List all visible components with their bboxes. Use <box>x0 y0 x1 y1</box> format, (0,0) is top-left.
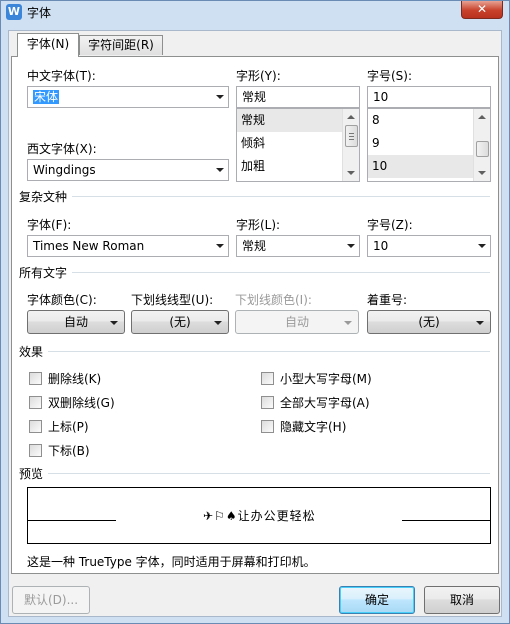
subscript-label[interactable]: 下标(B) <box>48 442 90 459</box>
underline-color-value: 自动 <box>284 315 309 329</box>
size-list[interactable]: 8 9 10 <box>367 108 491 182</box>
chevron-down-icon <box>216 244 224 248</box>
scroll-thumb[interactable] <box>345 125 358 147</box>
small-caps-checkbox[interactable] <box>261 372 274 385</box>
tab-font[interactable]: 字体(N) <box>17 33 79 57</box>
font-description: 这是一种 TrueType 字体，同时适用于屏幕和打印机。 <box>27 555 316 569</box>
dialog-body: 字体(N) 字符间距(R) 中文字体(T): 字形(Y): 字号(S): 宋体 … <box>8 30 502 617</box>
style-label: 字形(Y): <box>236 69 281 83</box>
list-item[interactable]: 9 <box>368 132 473 155</box>
section-divider <box>48 351 490 352</box>
all-text-section-title: 所有文字 <box>19 264 68 281</box>
complex-size-label: 字号(Z): <box>367 218 413 232</box>
preview-baseline-left <box>28 520 116 521</box>
emphasis-value: (无) <box>418 315 440 329</box>
style-list[interactable]: 常规 倾斜 加粗 <box>236 108 360 182</box>
chevron-down-icon <box>476 321 484 325</box>
chevron-down-icon <box>214 321 222 325</box>
preview-baseline-right <box>402 520 490 521</box>
hidden-text-label[interactable]: 隐藏文字(H) <box>280 418 346 435</box>
list-item[interactable]: 加粗 <box>237 155 342 178</box>
chevron-down-icon <box>110 321 118 325</box>
scroll-up-icon[interactable] <box>347 115 355 119</box>
preview-chinese-text: 让办公更轻松 <box>237 509 316 523</box>
chevron-down-icon <box>216 168 224 172</box>
underline-style-value: (无) <box>169 315 191 329</box>
small-caps-label[interactable]: 小型大写字母(M) <box>280 370 372 387</box>
cancel-button[interactable]: 取消 <box>424 586 500 614</box>
font-color-value: 自动 <box>63 315 88 329</box>
western-font-label: 西文字体(X): <box>27 142 97 156</box>
complex-size-value: 10 <box>373 239 389 253</box>
chevron-down-icon <box>478 244 486 248</box>
emphasis-label: 着重号: <box>367 293 408 307</box>
complex-style-value: 常规 <box>242 239 267 253</box>
superscript-label[interactable]: 上标(P) <box>48 418 89 435</box>
chinese-font-combo[interactable]: 宋体 <box>27 86 229 108</box>
scroll-up-icon[interactable] <box>478 115 486 119</box>
underline-style-dropdown[interactable]: (无) <box>131 310 229 334</box>
chinese-font-value: 宋体 <box>33 90 60 104</box>
default-button[interactable]: 默认(D)... <box>12 586 90 614</box>
font-dialog: W 字体 ✕ 字体(N) 字符间距(R) 中文字体(T): 字形(Y): 字号(… <box>0 0 510 624</box>
chevron-down-icon <box>216 95 224 99</box>
tab-character-spacing[interactable]: 字符间距(R) <box>79 35 163 55</box>
western-font-value: Wingdings <box>33 163 96 177</box>
font-color-dropdown[interactable]: 自动 <box>27 310 125 334</box>
complex-style-label: 字形(L): <box>236 218 281 232</box>
section-divider <box>48 473 490 474</box>
style-list-scrollbar[interactable] <box>342 109 359 181</box>
size-label: 字号(S): <box>367 69 413 83</box>
section-divider <box>72 272 490 273</box>
scroll-down-icon[interactable] <box>347 171 355 175</box>
list-item[interactable]: 10 <box>368 155 473 178</box>
underline-style-label: 下划线线型(U): <box>131 293 214 307</box>
complex-font-value: Times New Roman <box>33 239 145 253</box>
emphasis-dropdown[interactable]: (无) <box>367 310 491 334</box>
superscript-checkbox[interactable] <box>29 420 42 433</box>
title-bar[interactable]: W 字体 ✕ <box>1 1 509 23</box>
size-list-scrollbar[interactable] <box>473 109 490 181</box>
hidden-text-checkbox[interactable] <box>261 420 274 433</box>
complex-script-section-title: 复杂文种 <box>19 188 68 205</box>
section-divider <box>72 196 490 197</box>
preview-box: ✈⚐♠让办公更轻松 <box>27 487 491 544</box>
size-input[interactable]: 10 <box>367 86 491 108</box>
complex-style-combo[interactable]: 常规 <box>236 235 360 257</box>
double-strikethrough-checkbox[interactable] <box>29 396 42 409</box>
underline-color-dropdown[interactable]: 自动 <box>235 310 359 334</box>
list-item[interactable]: 倾斜 <box>237 132 342 155</box>
complex-size-combo[interactable]: 10 <box>367 235 491 257</box>
list-item[interactable]: 8 <box>368 109 473 132</box>
complex-font-combo[interactable]: Times New Roman <box>27 235 229 257</box>
effects-section-title: 效果 <box>19 343 44 360</box>
ok-button[interactable]: 确定 <box>339 586 415 614</box>
western-font-combo[interactable]: Wingdings <box>27 159 229 181</box>
double-strikethrough-label[interactable]: 双删除线(G) <box>48 394 115 411</box>
window-title: 字体 <box>27 6 52 20</box>
underline-color-label: 下划线颜色(I): <box>235 293 312 307</box>
chevron-down-icon <box>344 321 352 325</box>
all-caps-checkbox[interactable] <box>261 396 274 409</box>
chinese-font-label: 中文字体(T): <box>27 69 96 83</box>
font-color-label: 字体颜色(C): <box>27 293 97 307</box>
subscript-checkbox[interactable] <box>29 444 42 457</box>
scroll-down-icon[interactable] <box>478 171 486 175</box>
strikethrough-label[interactable]: 删除线(K) <box>48 370 101 387</box>
scroll-thumb[interactable] <box>476 141 489 157</box>
all-caps-label[interactable]: 全部大写字母(A) <box>280 394 370 411</box>
list-item[interactable]: 常规 <box>237 109 342 132</box>
complex-font-label: 字体(F): <box>27 218 72 232</box>
preview-sample: ✈⚐♠让办公更轻松 <box>203 507 316 524</box>
style-input[interactable]: 常规 <box>236 86 360 108</box>
chevron-down-icon <box>347 244 355 248</box>
close-button[interactable]: ✕ <box>461 1 503 19</box>
font-tab-panel: 中文字体(T): 字形(Y): 字号(S): 宋体 常规 常规 倾斜 加粗 10… <box>11 56 499 574</box>
preview-symbols: ✈⚐♠ <box>203 509 238 523</box>
strikethrough-checkbox[interactable] <box>29 372 42 385</box>
wps-app-icon: W <box>6 4 22 20</box>
preview-section-title: 预览 <box>19 465 44 482</box>
